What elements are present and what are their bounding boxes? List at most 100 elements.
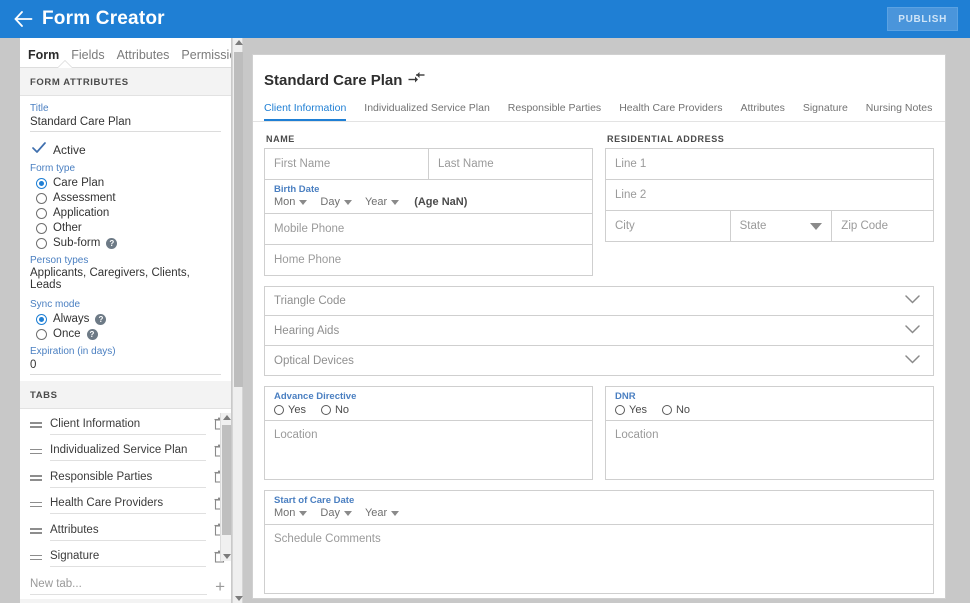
help-icon[interactable]: ? — [87, 329, 98, 340]
state-select[interactable]: State — [731, 211, 832, 241]
form-tab-nursing-notes[interactable]: Nursing Notes — [866, 102, 945, 121]
advance-directive-options: Yes No — [274, 404, 583, 416]
name-column: NAME First Name Last Name — [264, 132, 593, 276]
drag-handle-icon[interactable] — [30, 502, 42, 510]
tabs-list-item[interactable]: Responsible Parties — [20, 466, 231, 493]
person-types-value[interactable]: Applicants, Caregivers, Clients, Leads — [30, 266, 221, 293]
form-type-option-care-plan[interactable]: Care Plan — [36, 177, 221, 189]
expiration-value[interactable]: 0 — [30, 357, 221, 375]
new-tab-input[interactable]: New tab... — [30, 578, 207, 595]
panel-tab-bar: Form Fields Attributes Permissions — [20, 38, 231, 67]
drag-handle-icon[interactable] — [30, 422, 42, 430]
tab-name-input[interactable]: Attributes — [50, 524, 206, 541]
birth-month-select[interactable]: Mon — [274, 196, 307, 208]
active-toggle[interactable]: Active — [32, 142, 221, 157]
last-name-input[interactable]: Last Name — [429, 149, 592, 179]
form-tab-health-care-providers[interactable]: Health Care Providers — [619, 102, 734, 121]
panel-tab-fields[interactable]: Fields — [71, 48, 104, 67]
tabs-list-item[interactable]: Individualized Service Plan — [20, 440, 231, 467]
radio-icon — [36, 329, 47, 340]
left-panel: Form Fields Attributes Permissions FORM … — [20, 38, 232, 603]
form-tab-responsible-parties[interactable]: Responsible Parties — [508, 102, 613, 121]
scrollbar-thumb[interactable] — [222, 425, 231, 535]
drag-handle-icon[interactable] — [30, 449, 42, 457]
drag-handle-icon[interactable] — [30, 475, 42, 483]
sync-mode-label: Sync mode — [30, 299, 221, 310]
mobile-phone-input[interactable]: Mobile Phone — [265, 214, 592, 244]
home-phone-input[interactable]: Home Phone — [265, 245, 592, 275]
advance-directive-no[interactable]: No — [321, 404, 349, 416]
tabs-list-scrollbar[interactable] — [220, 413, 231, 561]
sub-form-link-icon[interactable] — [408, 71, 425, 89]
option-label: Care Plan — [53, 177, 104, 189]
form-tab-client-information[interactable]: Client Information — [264, 102, 358, 121]
tab-name-input[interactable]: Client Information — [50, 418, 206, 435]
tab-name-input[interactable]: Signature — [50, 550, 206, 567]
drag-handle-icon[interactable] — [30, 528, 42, 536]
collapsible-hearing-aids[interactable]: Hearing Aids — [264, 316, 934, 346]
tab-name-input[interactable]: Responsible Parties — [50, 471, 206, 488]
collapsible-label: Optical Devices — [274, 355, 354, 367]
dnr-no[interactable]: No — [662, 404, 690, 416]
address-line2-box: Line 2 — [605, 180, 934, 211]
plus-icon[interactable]: + — [215, 581, 225, 593]
start-year-select[interactable]: Year — [365, 507, 399, 519]
tabs-list-item[interactable]: Client Information — [20, 413, 231, 440]
panel-tab-attributes[interactable]: Attributes — [117, 48, 170, 67]
advance-directive-location-input[interactable]: Location — [265, 421, 592, 479]
new-tab-row[interactable]: New tab... + — [20, 574, 231, 595]
back-arrow-icon[interactable] — [8, 0, 38, 38]
tabs-list-item[interactable]: Health Care Providers — [20, 493, 231, 520]
select-value: Year — [365, 196, 387, 208]
expiration-label: Expiration (in days) — [30, 346, 221, 357]
form-type-option-other[interactable]: Other — [36, 222, 221, 234]
panel-tab-permissions[interactable]: Permissions — [181, 48, 232, 67]
first-name-input[interactable]: First Name — [265, 149, 428, 179]
form-type-option-assessment[interactable]: Assessment — [36, 192, 221, 204]
address-line1-input[interactable]: Line 1 — [606, 149, 933, 179]
help-icon[interactable]: ? — [106, 238, 117, 249]
left-panel-scrollbar[interactable] — [232, 38, 243, 603]
start-day-select[interactable]: Day — [320, 507, 352, 519]
panel-tab-form[interactable]: Form — [28, 48, 59, 67]
publish-button[interactable]: PUBLISH — [887, 7, 958, 31]
title-field-value[interactable]: Standard Care Plan — [30, 114, 221, 132]
sync-mode-option-once[interactable]: Once ? — [36, 328, 221, 340]
collapsible-label: Hearing Aids — [274, 325, 339, 337]
scroll-down-arrow-icon[interactable] — [223, 554, 231, 559]
schedule-comments-input[interactable]: Schedule Comments — [265, 525, 933, 593]
form-type-option-sub-form[interactable]: Sub-form ? — [36, 237, 221, 249]
dnr-location-input[interactable]: Location — [606, 421, 933, 479]
scroll-up-arrow-icon[interactable] — [235, 40, 243, 45]
tabs-list-item[interactable]: Attributes — [20, 519, 231, 546]
option-label: Yes — [629, 404, 647, 416]
tab-name-input[interactable]: Individualized Service Plan — [50, 444, 206, 461]
collapsible-triangle-code[interactable]: Triangle Code — [264, 286, 934, 316]
start-month-select[interactable]: Mon — [274, 507, 307, 519]
drag-handle-icon[interactable] — [30, 555, 42, 563]
form-type-option-application[interactable]: Application — [36, 207, 221, 219]
sync-mode-option-always[interactable]: Always ? — [36, 313, 221, 325]
birth-day-select[interactable]: Day — [320, 196, 352, 208]
form-tab-attributes[interactable]: Attributes — [740, 102, 796, 121]
tab-name-input[interactable]: Health Care Providers — [50, 497, 206, 514]
age-display: (Age NaN) — [414, 196, 467, 208]
help-icon[interactable]: ? — [95, 314, 106, 325]
collapsible-optical-devices[interactable]: Optical Devices — [264, 346, 934, 376]
form-tab-signature[interactable]: Signature — [803, 102, 860, 121]
radio-icon — [36, 193, 47, 204]
chevron-down-icon — [299, 200, 307, 205]
zip-input[interactable]: Zip Code — [832, 211, 933, 241]
address-line2-input[interactable]: Line 2 — [606, 180, 933, 210]
tabs-list-item[interactable]: Signature — [20, 546, 231, 573]
scroll-up-arrow-icon[interactable] — [223, 415, 231, 420]
birth-year-select[interactable]: Year — [365, 196, 399, 208]
city-input[interactable]: City — [606, 211, 730, 241]
form-tab-bar: Client Information Individualized Servic… — [253, 89, 945, 122]
advance-directive-yes[interactable]: Yes — [274, 404, 306, 416]
scroll-down-arrow-icon[interactable] — [235, 596, 243, 601]
form-tab-individualized-service-plan[interactable]: Individualized Service Plan — [364, 102, 502, 121]
scrollbar-thumb[interactable] — [234, 52, 243, 387]
dnr-label: DNR — [615, 391, 924, 402]
dnr-yes[interactable]: Yes — [615, 404, 647, 416]
